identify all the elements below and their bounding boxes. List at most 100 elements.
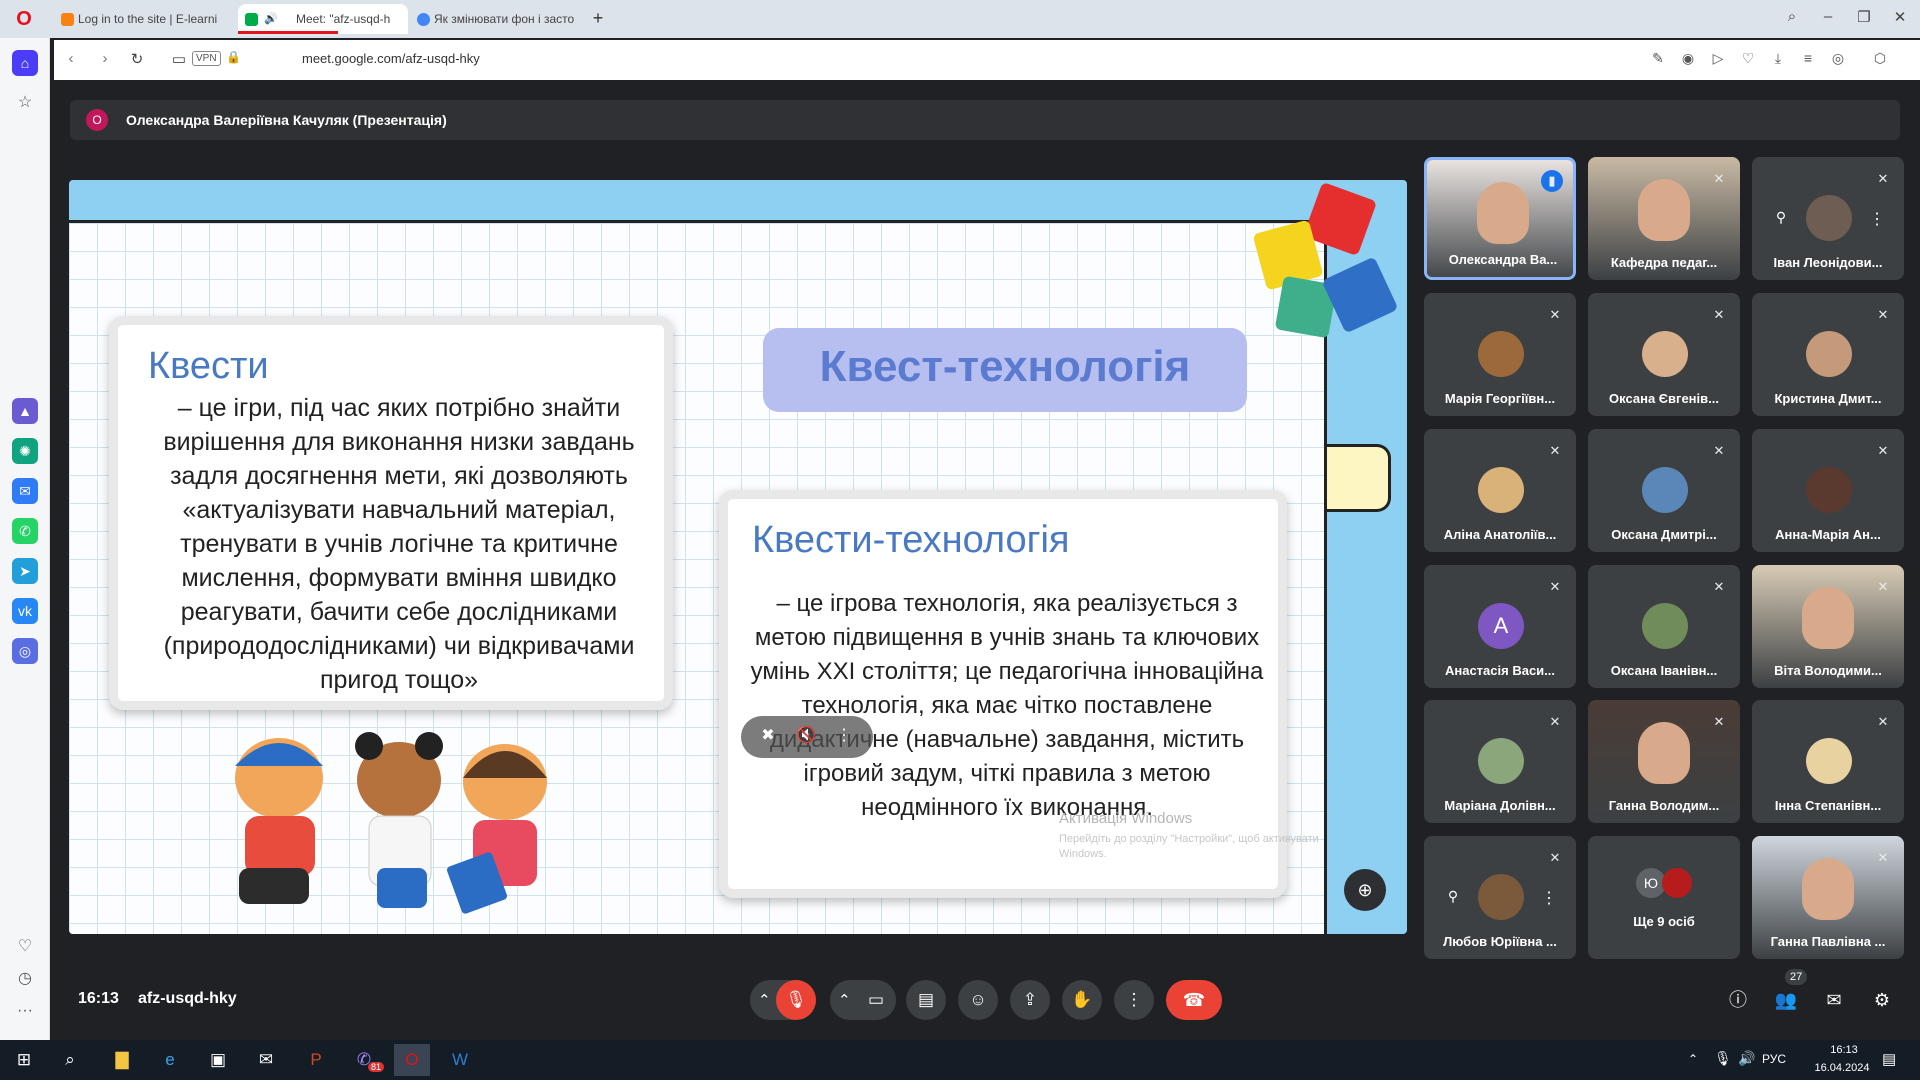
clock-date[interactable]: 16.04.2024 <box>1806 1062 1878 1074</box>
participant-tile[interactable]: ✕ Марія Георгіївн... <box>1424 293 1576 416</box>
extensions-icon[interactable]: ⬡ <box>1870 50 1890 70</box>
participant-tile[interactable]: ✕ ⚲ ⋮ Іван Леонідови... <box>1752 157 1904 280</box>
camera-button[interactable]: ▭ <box>856 980 896 1020</box>
child-middle <box>355 732 443 908</box>
store-icon[interactable]: ▣ <box>200 1044 236 1076</box>
clock-time[interactable]: 16:13 <box>1814 1044 1874 1056</box>
participant-tile[interactable]: ✕ Оксана Іванівн... <box>1588 565 1740 688</box>
mic-tray-icon[interactable]: 🎙 <box>1714 1050 1732 1067</box>
participant-tile[interactable]: ✕ Оксана Євгенів... <box>1588 293 1740 416</box>
messenger-icon[interactable]: ✉ <box>12 478 38 504</box>
volume-icon[interactable]: 🔊 <box>264 12 278 25</box>
powerpoint-icon[interactable]: P <box>298 1044 334 1076</box>
profile-icon[interactable]: ◎ <box>1828 50 1848 70</box>
participant-tile[interactable]: ✕ Кафедра педаг... <box>1588 157 1740 280</box>
pin-icon[interactable]: ⚲ <box>1770 209 1792 231</box>
word-icon[interactable]: W <box>442 1044 478 1076</box>
telegram-icon[interactable]: ➤ <box>12 558 38 584</box>
more-options-button[interactable]: ⋮ <box>1114 980 1154 1020</box>
participant-tile[interactable]: A ✕ Анастасія Васи... <box>1424 565 1576 688</box>
opera-taskbar-icon[interactable]: O <box>394 1044 430 1076</box>
participant-tile[interactable]: ✕ Кристина Дмит... <box>1752 293 1904 416</box>
vpn-badge[interactable]: VPN <box>192 51 221 66</box>
activities-icon[interactable]: ⚙ <box>1866 984 1898 1016</box>
input-language[interactable]: РУС <box>1762 1052 1786 1066</box>
video-popout-icon[interactable]: ▭ <box>168 50 190 70</box>
chevron-up-icon[interactable]: ⌃ <box>758 991 771 1009</box>
download-icon[interactable]: ⤓ <box>1768 50 1788 70</box>
participant-tile[interactable]: ✕ ⚲ ⋮ Любов Юріївна ... <box>1424 836 1576 959</box>
lock-icon[interactable]: 🔒 <box>226 50 241 64</box>
chevron-up-icon[interactable]: ⌃ <box>838 991 851 1009</box>
star-icon[interactable]: ☆ <box>12 90 38 116</box>
presentation-slide[interactable]: Квест-технологія Квести – це ігри, під ч… <box>69 180 1407 934</box>
chat-icon[interactable]: ✉ <box>1818 984 1850 1016</box>
edit-icon[interactable]: ✎ <box>1648 50 1668 70</box>
chatgpt-icon[interactable]: ✺ <box>12 438 38 464</box>
opera-logo-icon[interactable]: O <box>10 8 38 32</box>
home-icon[interactable]: ⌂ <box>12 50 38 76</box>
participant-tile[interactable]: ✕ Ганна Володим... <box>1588 700 1740 823</box>
mic-off-icon: ✕ <box>1713 171 1725 186</box>
vk-icon[interactable]: vk <box>12 598 38 624</box>
presenter-avatar: О <box>86 109 108 131</box>
file-explorer-icon[interactable]: ▇ <box>104 1044 140 1076</box>
captions-button[interactable]: ▤ <box>906 980 946 1020</box>
back-button[interactable]: ‹ <box>60 50 82 70</box>
history-icon[interactable]: ◷ <box>12 966 38 992</box>
search-tabs-icon[interactable]: ⌕ <box>1778 8 1806 30</box>
aria-icon[interactable]: ▲ <box>12 398 38 424</box>
people-icon[interactable]: 👥 <box>1770 984 1802 1016</box>
participant-tile[interactable]: ✕ Аліна Анатоліїв... <box>1424 429 1576 552</box>
play-icon[interactable]: ▷ <box>1708 50 1728 70</box>
tab-meet[interactable]: 🔊 Meet: "afz-usqd-h <box>238 4 408 34</box>
participant-tile[interactable]: ✕ Віта Володими... <box>1752 565 1904 688</box>
url-text[interactable]: meet.google.com/afz-usqd-hky <box>302 51 480 66</box>
menu-icon[interactable]: ≡ <box>1798 50 1818 70</box>
tray-chevron-icon[interactable]: ⌃ <box>1688 1052 1698 1066</box>
search-icon[interactable]: ⌕ <box>52 1044 88 1076</box>
instagram-icon[interactable]: ◎ <box>12 638 38 664</box>
participant-tile[interactable]: ✕ Ганна Павлівна ... <box>1752 836 1904 959</box>
start-button[interactable]: ⊞ <box>6 1044 42 1076</box>
volume-off-icon[interactable]: 🔇 <box>793 725 819 749</box>
zoom-in-button[interactable]: ⊕ <box>1344 869 1386 911</box>
whatsapp-icon[interactable]: ✆ <box>12 518 38 544</box>
tab-google-help[interactable]: Як змінювати фон і засто <box>410 4 578 34</box>
meeting-info-icon[interactable]: ⓘ <box>1722 984 1754 1016</box>
pin-icon[interactable]: ⚲ <box>1442 888 1464 910</box>
emoji-button[interactable]: ☺ <box>958 980 998 1020</box>
participant-tile[interactable]: Ю Ще 9 осіб <box>1588 836 1740 959</box>
new-tab-button[interactable]: + <box>586 8 610 30</box>
more-vert-icon[interactable]: ⋮ <box>831 725 857 749</box>
participant-tile[interactable]: ✕ Оксана Дмитрі... <box>1588 429 1740 552</box>
mail-icon[interactable]: ✉ <box>248 1044 284 1076</box>
edge-icon[interactable]: e <box>152 1044 188 1076</box>
camera-icon[interactable]: ◉ <box>1678 50 1698 70</box>
notifications-icon[interactable]: ▤ <box>1882 1050 1896 1068</box>
participant-tile[interactable]: ✕ Маріана Долівн... <box>1424 700 1576 823</box>
tab-elearning[interactable]: Log in to the site | E-learni <box>54 4 220 34</box>
leave-call-button[interactable]: ☎ <box>1166 980 1222 1020</box>
present-button[interactable]: ⇪ <box>1010 980 1050 1020</box>
meeting-code[interactable]: afz-usqd-hky <box>138 990 237 1008</box>
reload-button[interactable]: ↻ <box>126 50 148 70</box>
more-icon[interactable]: ··· <box>12 998 38 1024</box>
raise-hand-button[interactable]: ✋ <box>1062 980 1102 1020</box>
pin-off-icon[interactable]: ✖ <box>755 725 781 749</box>
forward-button[interactable]: › <box>94 50 116 70</box>
more-vert-icon[interactable]: ⋮ <box>1540 888 1558 910</box>
participant-tile[interactable]: ✕ Анна-Марія Ан... <box>1752 429 1904 552</box>
participant-tile[interactable]: ✕ Інна Степанівн... <box>1752 700 1904 823</box>
heart-icon[interactable]: ♡ <box>1738 50 1758 70</box>
heart-icon[interactable]: ♡ <box>12 934 38 960</box>
presentation-overlay-controls: ✖ 🔇 ⋮ <box>741 716 873 758</box>
restore-button[interactable]: ❐ <box>1850 8 1878 30</box>
more-vert-icon[interactable]: ⋮ <box>1868 209 1886 231</box>
participant-tile[interactable]: ▮ Олександра Ва... <box>1424 157 1576 280</box>
mic-off-button[interactable]: 🎙 <box>776 980 816 1020</box>
close-button[interactable]: ✕ <box>1886 8 1914 30</box>
participant-name: Оксана Іванівн... <box>1610 663 1718 678</box>
minimize-button[interactable]: – <box>1814 8 1842 30</box>
speaker-tray-icon[interactable]: 🔊 <box>1738 1050 1755 1067</box>
